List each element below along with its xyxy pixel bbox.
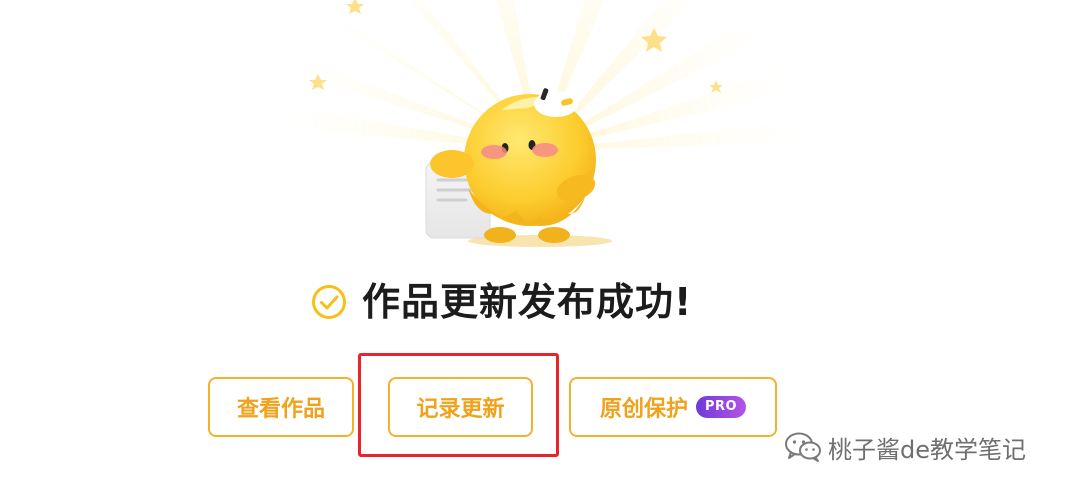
original-protection-label: 原创保护 — [599, 397, 688, 422]
view-work-label: 查看作品 — [236, 397, 325, 422]
check-circle-icon — [312, 285, 346, 319]
success-title: 作品更新发布成功! — [362, 280, 693, 324]
view-work-button[interactable]: 查看作品 — [208, 377, 354, 437]
watermark: 桃子酱de教学笔记 — [784, 428, 1026, 466]
success-message: 作品更新发布成功! — [0, 272, 1080, 332]
record-update-button[interactable]: 记录更新 — [388, 377, 533, 437]
pro-badge: PRO — [695, 396, 747, 418]
record-update-label: 记录更新 — [416, 397, 505, 422]
wechat-icon — [785, 432, 821, 462]
watermark-text: 桃子酱de教学笔记 — [828, 435, 1026, 464]
mascot-illustration — [250, 0, 830, 247]
original-protection-button[interactable]: 原创保护 PRO — [569, 377, 777, 437]
